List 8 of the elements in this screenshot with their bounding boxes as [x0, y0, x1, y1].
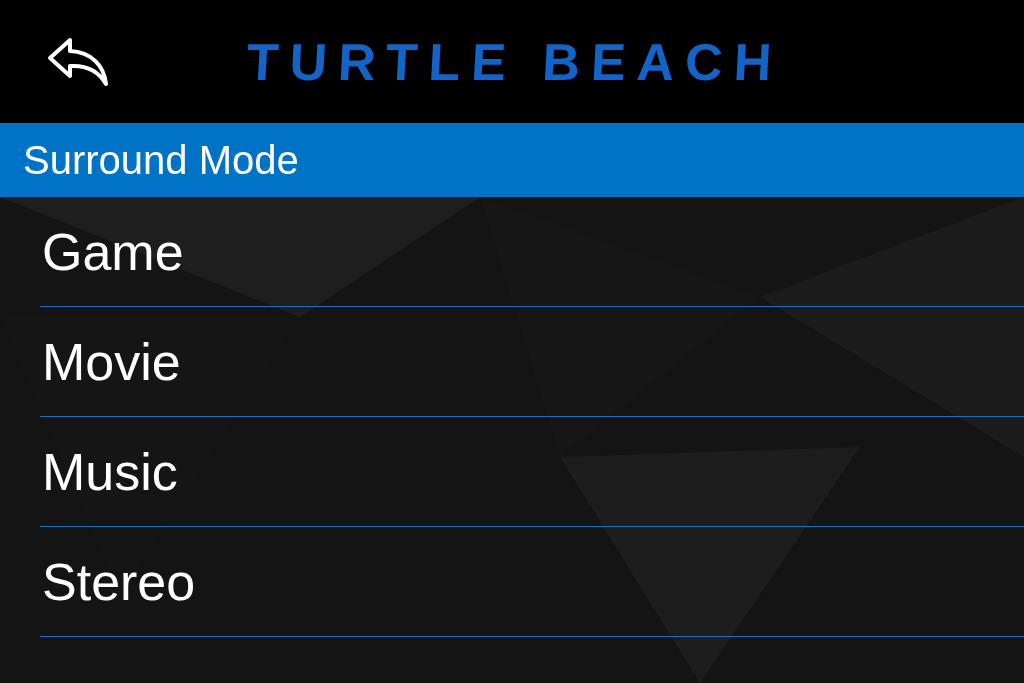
mode-item[interactable]: Music: [40, 417, 1024, 527]
back-arrow-icon: [46, 35, 110, 88]
section-header: Surround Mode: [0, 123, 1024, 197]
mode-item[interactable]: Stereo: [40, 527, 1024, 637]
mode-item[interactable]: Movie: [40, 307, 1024, 417]
brand-logo: TURTLE BEACH: [241, 31, 786, 92]
back-button[interactable]: [46, 35, 110, 88]
mode-item[interactable]: Game: [40, 197, 1024, 307]
